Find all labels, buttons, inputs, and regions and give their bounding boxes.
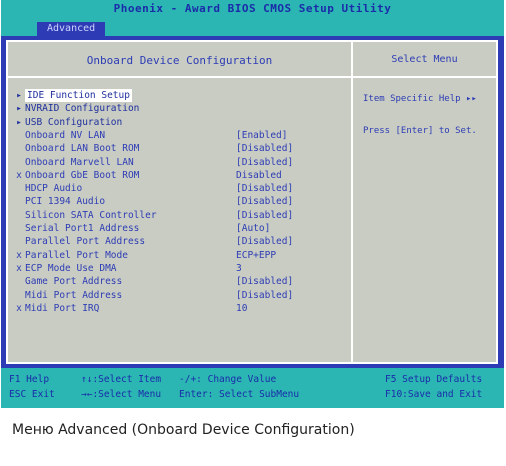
setting-row[interactable]: x Parallel Port Mode ECP+EPP: [14, 249, 350, 262]
setting-label: Onboard LAN Boot ROM: [25, 143, 140, 155]
key-help-f1: F1 Help: [9, 374, 50, 385]
setting-value[interactable]: [Disabled]: [236, 275, 293, 288]
setting-row[interactable]: x Onboard GbE Boot ROM Disabled: [14, 169, 350, 182]
setting-label: Silicon SATA Controller: [25, 209, 157, 221]
setting-label: Midi Port IRQ: [25, 302, 100, 314]
setting-label: ECP Mode Use DMA: [25, 262, 117, 274]
setting-row[interactable]: Onboard Marvell LAN [Disabled]: [14, 156, 350, 169]
submenu-arrow-icon: ▸: [16, 103, 22, 115]
setting-value[interactable]: Disabled: [236, 169, 282, 182]
disabled-marker-icon: x: [16, 169, 22, 181]
menu-tab-bar: Advanced: [1, 22, 504, 36]
help-header-divider: [353, 76, 496, 78]
setting-value[interactable]: ECP+EPP: [236, 249, 276, 262]
key-help-select-item: ↑↓:Select Item: [81, 374, 162, 385]
setting-value[interactable]: [Disabled]: [236, 142, 293, 155]
key-help-save-exit: F10:Save and Exit: [385, 389, 483, 400]
setting-label: USB Configuration: [25, 116, 123, 128]
setting-value[interactable]: 10: [236, 302, 247, 315]
setting-value[interactable]: [Disabled]: [236, 182, 293, 195]
setting-row[interactable]: Game Port Address [Disabled]: [14, 275, 350, 288]
setting-label: PCI 1394 Audio: [25, 196, 106, 208]
setting-row[interactable]: Parallel Port Address [Disabled]: [14, 235, 350, 248]
setting-row[interactable]: x ECP Mode Use DMA 3: [14, 262, 350, 275]
setting-label: Onboard NV LAN: [25, 129, 106, 141]
key-help-esc: ESC Exit: [9, 389, 55, 400]
help-line: Press [Enter] to Set.: [363, 126, 477, 136]
setting-value[interactable]: 3: [236, 262, 242, 275]
setting-label: NVRAID Configuration: [25, 103, 140, 115]
title-bar: Phoenix - Award BIOS CMOS Setup Utility: [1, 0, 504, 22]
key-help-select-menu: →←:Select Menu: [81, 389, 162, 400]
setting-value[interactable]: [Auto]: [236, 222, 270, 235]
submenu-arrow-icon: ▸: [16, 116, 22, 128]
help-line: Item Specific Help ▸▸: [363, 94, 477, 104]
key-help-defaults: F5 Setup Defaults: [385, 374, 483, 385]
setting-row[interactable]: Serial Port1 Address [Auto]: [14, 222, 350, 235]
help-divider: [351, 42, 353, 362]
setting-row[interactable]: ▸ USB Configuration: [14, 116, 350, 129]
disabled-marker-icon: x: [16, 249, 22, 261]
setting-label: Onboard Marvell LAN: [25, 156, 134, 168]
setting-row[interactable]: PCI 1394 Audio [Disabled]: [14, 195, 350, 208]
setting-label: Midi Port Address: [25, 289, 123, 301]
submenu-arrow-icon: ▸: [16, 90, 22, 101]
section-title: Onboard Device Configuration: [86, 54, 273, 67]
setting-row[interactable]: Onboard NV LAN [Enabled]: [14, 129, 350, 142]
disabled-marker-icon: x: [16, 302, 22, 314]
setting-value[interactable]: [Disabled]: [236, 156, 293, 169]
disabled-marker-icon: x: [16, 262, 22, 274]
setting-label: Parallel Port Address: [25, 236, 146, 248]
tab-advanced[interactable]: Advanced: [37, 22, 106, 36]
setting-row[interactable]: ▸ IDE Function Setup: [14, 89, 350, 102]
setting-value[interactable]: [Enabled]: [236, 129, 287, 142]
key-help-enter: Enter: Select SubMenu: [179, 389, 300, 400]
setting-row[interactable]: Midi Port Address [Disabled]: [14, 289, 350, 302]
setting-value[interactable]: [Disabled]: [236, 289, 293, 302]
setting-value[interactable]: [Disabled]: [236, 235, 293, 248]
setting-label: IDE Function Setup: [25, 89, 132, 102]
setting-row[interactable]: HDCP Audio [Disabled]: [14, 182, 350, 195]
setting-value[interactable]: [Disabled]: [236, 195, 293, 208]
settings-panel: Onboard Device Configuration Select Menu…: [6, 40, 498, 364]
setting-row[interactable]: Silicon SATA Controller [Disabled]: [14, 209, 350, 222]
setting-row[interactable]: ▸ NVRAID Configuration: [14, 102, 350, 115]
setting-row[interactable]: Onboard LAN Boot ROM [Disabled]: [14, 142, 350, 155]
key-help-bar: F1 Help ↑↓:Select Item -/+: Change Value…: [1, 368, 504, 408]
image-caption: Меню Advanced (Onboard Device Configurat…: [12, 422, 355, 438]
setting-label: HDCP Audio: [25, 183, 83, 195]
setting-row[interactable]: x Midi Port IRQ 10: [14, 302, 350, 315]
key-help-change-value: -/+: Change Value: [179, 374, 277, 385]
header-divider: [8, 76, 351, 78]
bios-title: Phoenix - Award BIOS CMOS Setup Utility: [113, 2, 392, 15]
help-title: Select Menu: [391, 54, 458, 65]
setting-label: Game Port Address: [25, 276, 123, 288]
setting-label: Onboard GbE Boot ROM: [25, 169, 140, 181]
bios-screen: Phoenix - Award BIOS CMOS Setup Utility …: [1, 0, 504, 408]
setting-label: Serial Port1 Address: [25, 223, 140, 234]
setting-value[interactable]: [Disabled]: [236, 209, 293, 222]
setting-label: Parallel Port Mode: [25, 249, 128, 261]
